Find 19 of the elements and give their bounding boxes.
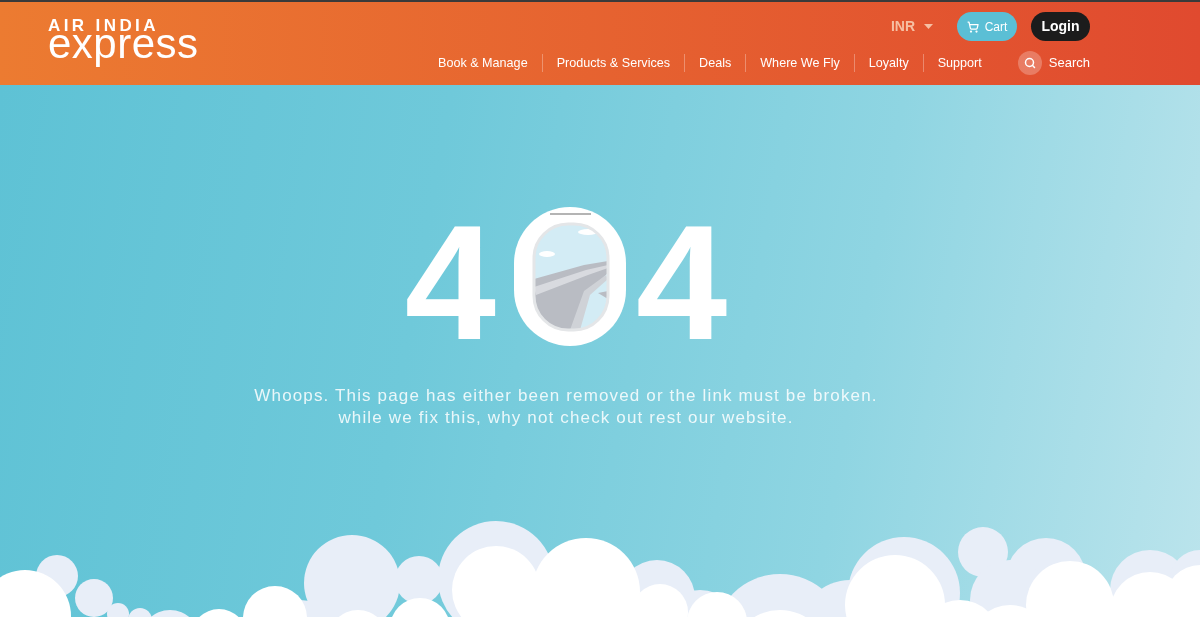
error-digit: 4: [636, 201, 728, 365]
error-digit: 4: [404, 201, 496, 365]
brand-name-text: AIR INDIA: [48, 19, 159, 32]
nav-link[interactable]: Loyalty: [854, 53, 923, 73]
nav-link[interactable]: Book & Manage: [424, 53, 542, 73]
error-message-line: while we fix this, why not check out rest our website.: [338, 407, 794, 429]
nav-link[interactable]: Products & Services: [542, 53, 685, 73]
currency-selector[interactable]: INR: [890, 16, 933, 37]
cart-icon: [966, 20, 979, 33]
error-message-line: Whoops. This page has either been removed or the link must be broken.: [254, 385, 878, 407]
nav-link[interactable]: Support: [923, 53, 996, 73]
brand-wordmark: express: [48, 32, 199, 69]
cart-button[interactable]: Cart: [957, 12, 1017, 41]
nav-link[interactable]: Where We Fly: [746, 53, 854, 73]
nav-link[interactable]: Deals: [685, 53, 746, 73]
search-button[interactable]: Search: [1017, 51, 1090, 75]
search-icon: [1017, 51, 1042, 75]
caret-down-icon: [924, 24, 933, 29]
login-button[interactable]: Login: [1031, 12, 1090, 41]
